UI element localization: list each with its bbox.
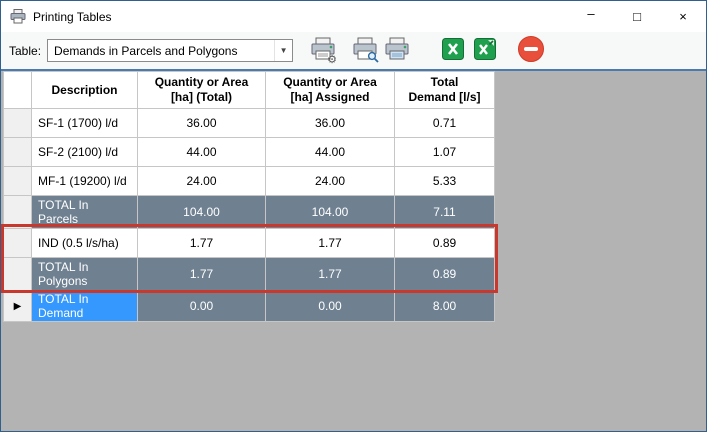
table-row-total-polygons[interactable]: TOTAL In Polygons 1.77 1.77 0.89: [3, 257, 495, 291]
minimize-button[interactable]: –: [568, 1, 614, 32]
header-row: Description Quantity or Area [ha] (Total…: [3, 71, 495, 109]
row-selector[interactable]: [3, 257, 32, 291]
excel-icon: [441, 37, 465, 64]
cell-qty-assigned[interactable]: 0.00: [265, 290, 395, 322]
printer-app-icon: [10, 9, 26, 24]
table-row[interactable]: SF-1 (1700) l/d 36.00 36.00 0.71: [3, 108, 495, 138]
cell-description[interactable]: SF-1 (1700) l/d: [31, 108, 138, 138]
excel-export-button[interactable]: [469, 35, 501, 67]
cell-demand[interactable]: 0.71: [394, 108, 495, 138]
cell-description-selected[interactable]: TOTAL In Demand: [31, 290, 138, 322]
print-button[interactable]: [381, 35, 413, 67]
cell-demand[interactable]: 1.07: [394, 137, 495, 167]
header-description[interactable]: Description: [31, 71, 138, 109]
chevron-down-icon[interactable]: ▼: [274, 40, 292, 61]
table-row-total-parcels[interactable]: TOTAL In Parcels 104.00 104.00 7.11: [3, 195, 495, 229]
cell-qty-total[interactable]: 36.00: [137, 108, 266, 138]
row-selector[interactable]: [3, 108, 32, 138]
table-row[interactable]: SF-2 (2100) l/d 44.00 44.00 1.07: [3, 137, 495, 167]
header-qty-assigned[interactable]: Quantity or Area [ha] Assigned: [265, 71, 395, 109]
cell-qty-assigned[interactable]: 36.00: [265, 108, 395, 138]
row-selector[interactable]: [3, 195, 32, 229]
cell-qty-total[interactable]: 44.00: [137, 137, 266, 167]
cell-description[interactable]: IND (0.5 l/s/ha): [31, 228, 138, 258]
cell-qty-total[interactable]: 24.00: [137, 166, 266, 196]
dropdown-selected-value: Demands in Parcels and Polygons: [54, 43, 238, 58]
table-row-total-demand[interactable]: ▶ TOTAL In Demand 0.00 0.00 8.00: [3, 290, 495, 322]
demands-table: Description Quantity or Area [ha] (Total…: [3, 71, 495, 322]
printer-icon: [384, 37, 410, 64]
cell-qty-assigned[interactable]: 104.00: [265, 195, 395, 229]
row-selector[interactable]: [3, 228, 32, 258]
toolbar: Table: Demands in Parcels and Polygons ▼…: [1, 32, 706, 71]
client-area: Description Quantity or Area [ha] (Total…: [1, 71, 706, 431]
print-setup-button[interactable]: ⚙: [307, 35, 339, 67]
cell-qty-assigned[interactable]: 44.00: [265, 137, 395, 167]
cell-qty-total[interactable]: 104.00: [137, 195, 266, 229]
excel-export-icon: [473, 37, 497, 64]
header-selector-cell: [3, 71, 32, 109]
cell-demand[interactable]: 5.33: [394, 166, 495, 196]
cell-qty-assigned[interactable]: 1.77: [265, 257, 395, 291]
window-title: Printing Tables: [33, 9, 112, 24]
row-selector[interactable]: [3, 166, 32, 196]
window-controls: – □ ×: [568, 1, 706, 32]
cell-description[interactable]: TOTAL In Parcels: [31, 195, 138, 229]
cell-demand[interactable]: 0.89: [394, 257, 495, 291]
table-row[interactable]: IND (0.5 l/s/ha) 1.77 1.77 0.89: [3, 228, 495, 258]
excel-view-button[interactable]: [437, 35, 469, 67]
cell-description[interactable]: TOTAL In Polygons: [31, 257, 138, 291]
cell-demand[interactable]: 0.89: [394, 228, 495, 258]
cell-qty-assigned[interactable]: 24.00: [265, 166, 395, 196]
header-qty-total[interactable]: Quantity or Area [ha] (Total): [137, 71, 266, 109]
cell-qty-total[interactable]: 0.00: [137, 290, 266, 322]
remove-button[interactable]: [515, 35, 547, 67]
cell-qty-total[interactable]: 1.77: [137, 228, 266, 258]
cell-qty-total[interactable]: 1.77: [137, 257, 266, 291]
cell-demand[interactable]: 7.11: [394, 195, 495, 229]
table-row[interactable]: MF-1 (19200) l/d 24.00 24.00 5.33: [3, 166, 495, 196]
gear-icon: ⚙: [327, 53, 338, 66]
maximize-button[interactable]: □: [614, 1, 660, 32]
row-selector[interactable]: [3, 137, 32, 167]
magnifier-icon: [367, 51, 379, 66]
print-preview-button[interactable]: [349, 35, 381, 67]
current-row-arrow[interactable]: ▶: [3, 290, 32, 322]
titlebar[interactable]: Printing Tables – □ ×: [1, 1, 706, 32]
cell-description[interactable]: MF-1 (19200) l/d: [31, 166, 138, 196]
printing-tables-window: Printing Tables – □ × Table: Demands in …: [0, 0, 707, 432]
close-button[interactable]: ×: [660, 1, 706, 32]
table-select-dropdown[interactable]: Demands in Parcels and Polygons ▼: [47, 39, 294, 62]
header-total-demand[interactable]: Total Demand [l/s]: [394, 71, 495, 109]
cell-qty-assigned[interactable]: 1.77: [265, 228, 395, 258]
minus-circle-icon: [517, 35, 545, 66]
table-label: Table:: [9, 43, 42, 58]
cell-description[interactable]: SF-2 (2100) l/d: [31, 137, 138, 167]
cell-demand[interactable]: 8.00: [394, 290, 495, 322]
